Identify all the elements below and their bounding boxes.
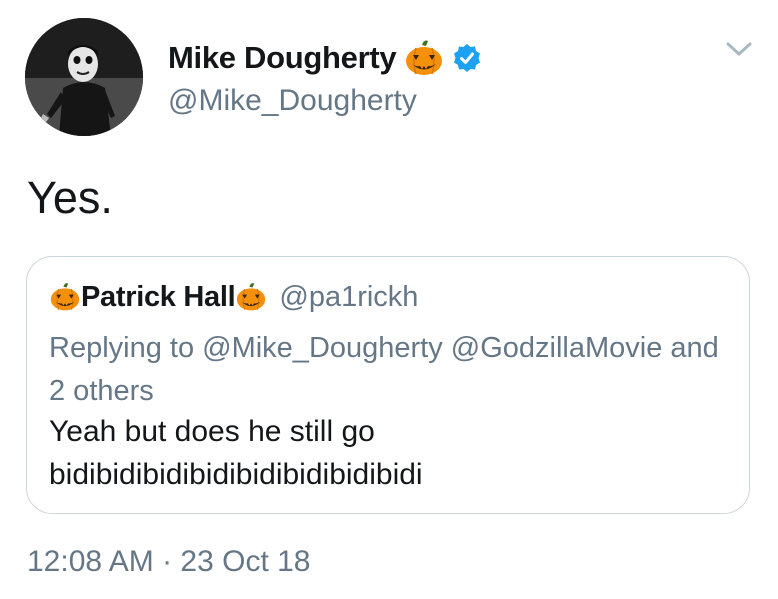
- quoted-tweet-text-line: Yeah but does he still go: [49, 415, 375, 448]
- chevron-down-icon[interactable]: [724, 38, 754, 60]
- replying-to-text: Replying to @Mike_Dougherty @GodzillaMov…: [49, 332, 719, 407]
- jack-o-lantern-icon: [404, 39, 444, 77]
- quoted-author-handle[interactable]: @pa1rickh: [279, 281, 418, 314]
- quoted-tweet-text: Yeah but does he still go bidibidibidibi…: [49, 410, 739, 496]
- verified-badge-icon: [452, 43, 482, 73]
- avatar[interactable]: [25, 18, 143, 136]
- avatar-image: [25, 18, 143, 136]
- quoted-author-name[interactable]: Patrick Hall: [81, 281, 236, 314]
- author-row: Mike Dougherty: [168, 36, 482, 80]
- tweet-text: Yes.: [27, 172, 113, 223]
- quoted-tweet-header: Patrick Hall @pa1rickh: [49, 279, 418, 315]
- jack-o-lantern-icon: [235, 282, 267, 312]
- quoted-tweet-card[interactable]: Patrick Hall @pa1rickh Replying to @Mike…: [26, 256, 750, 514]
- tweet-timestamp[interactable]: 12:08 AM · 23 Oct 18: [27, 545, 311, 579]
- quoted-tweet-text-line: bidibidibidibidibidibidibidibidi: [49, 458, 423, 491]
- author-display-name[interactable]: Mike Dougherty: [168, 40, 397, 76]
- author-handle[interactable]: @Mike_Dougherty: [168, 84, 417, 118]
- jack-o-lantern-icon: [49, 282, 81, 312]
